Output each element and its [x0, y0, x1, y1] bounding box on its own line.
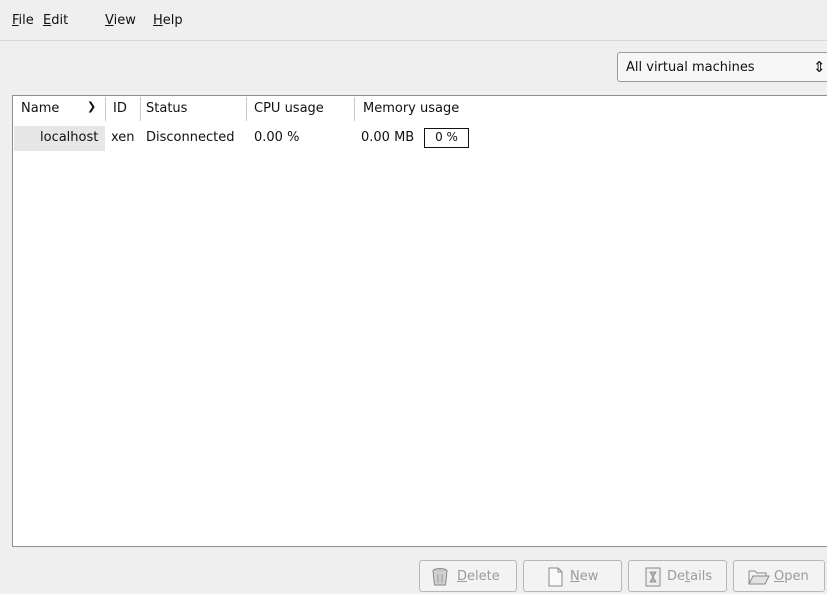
details-button[interactable]: Details [628, 560, 727, 592]
open-button-label: Open [774, 569, 809, 584]
column-header-cpu[interactable]: CPU usage [254, 101, 324, 116]
chevron-down-icon: ❯ [87, 100, 97, 113]
menu-view-label: iew [113, 13, 136, 28]
column-header-id[interactable]: ID [113, 101, 127, 116]
open-button[interactable]: Open [733, 560, 825, 592]
column-separator [246, 97, 247, 121]
column-separator [354, 97, 355, 121]
column-header-status[interactable]: Status [146, 101, 187, 116]
menu-file-label: ile [18, 13, 34, 28]
menu-edit-label: dit [51, 13, 69, 28]
details-icon [643, 567, 663, 591]
column-separator [105, 97, 106, 121]
menu-help-mnemonic: H [153, 13, 163, 28]
menu-view-mnemonic: V [105, 13, 114, 28]
vm-name: localhost [40, 130, 99, 145]
memory-usage-bar: 0 % [424, 128, 469, 148]
vm-list[interactable]: Name ❯ ID Status CPU usage Memory usage … [12, 95, 827, 547]
column-header-memory[interactable]: Memory usage [363, 101, 459, 116]
menu-edit-mnemonic: E [43, 13, 52, 28]
details-button-label: Details [667, 569, 712, 584]
delete-label-post: elete [467, 569, 500, 584]
vm-id: xen [111, 130, 135, 145]
new-label-mnemonic: N [570, 569, 580, 584]
vm-filter-select[interactable]: All virtual machines ⇕ [617, 52, 827, 82]
vm-cpu-usage: 0.00 % [254, 130, 300, 145]
details-label-post: ails [690, 569, 713, 584]
vm-filter-value: All virtual machines [626, 60, 755, 75]
folder-open-icon [748, 567, 770, 591]
menu-help[interactable]: Help [153, 13, 183, 28]
open-label-mnemonic: O [774, 569, 785, 584]
menu-view[interactable]: View [105, 13, 136, 28]
vm-status: Disconnected [146, 130, 235, 145]
trash-icon [430, 567, 450, 591]
updown-arrow-icon: ⇕ [813, 58, 826, 76]
menu-bar: File Edit View Help [0, 0, 827, 41]
column-separator [140, 97, 141, 121]
open-label-post: pen [784, 569, 809, 584]
menu-file[interactable]: File [12, 13, 34, 28]
new-button-label: New [570, 569, 598, 584]
new-label-post: ew [579, 569, 599, 584]
delete-button-label: Delete [457, 569, 500, 584]
delete-label-mnemonic: D [457, 569, 468, 584]
new-document-icon [546, 567, 566, 591]
delete-button[interactable]: Delete [419, 560, 517, 592]
menu-edit[interactable]: Edit [43, 13, 68, 28]
menu-help-label: elp [162, 13, 183, 28]
details-label-pre: De [667, 569, 686, 584]
column-header-name-label: Name [21, 101, 60, 116]
new-button[interactable]: New [523, 560, 622, 592]
vm-memory-usage: 0.00 MB [361, 130, 415, 145]
